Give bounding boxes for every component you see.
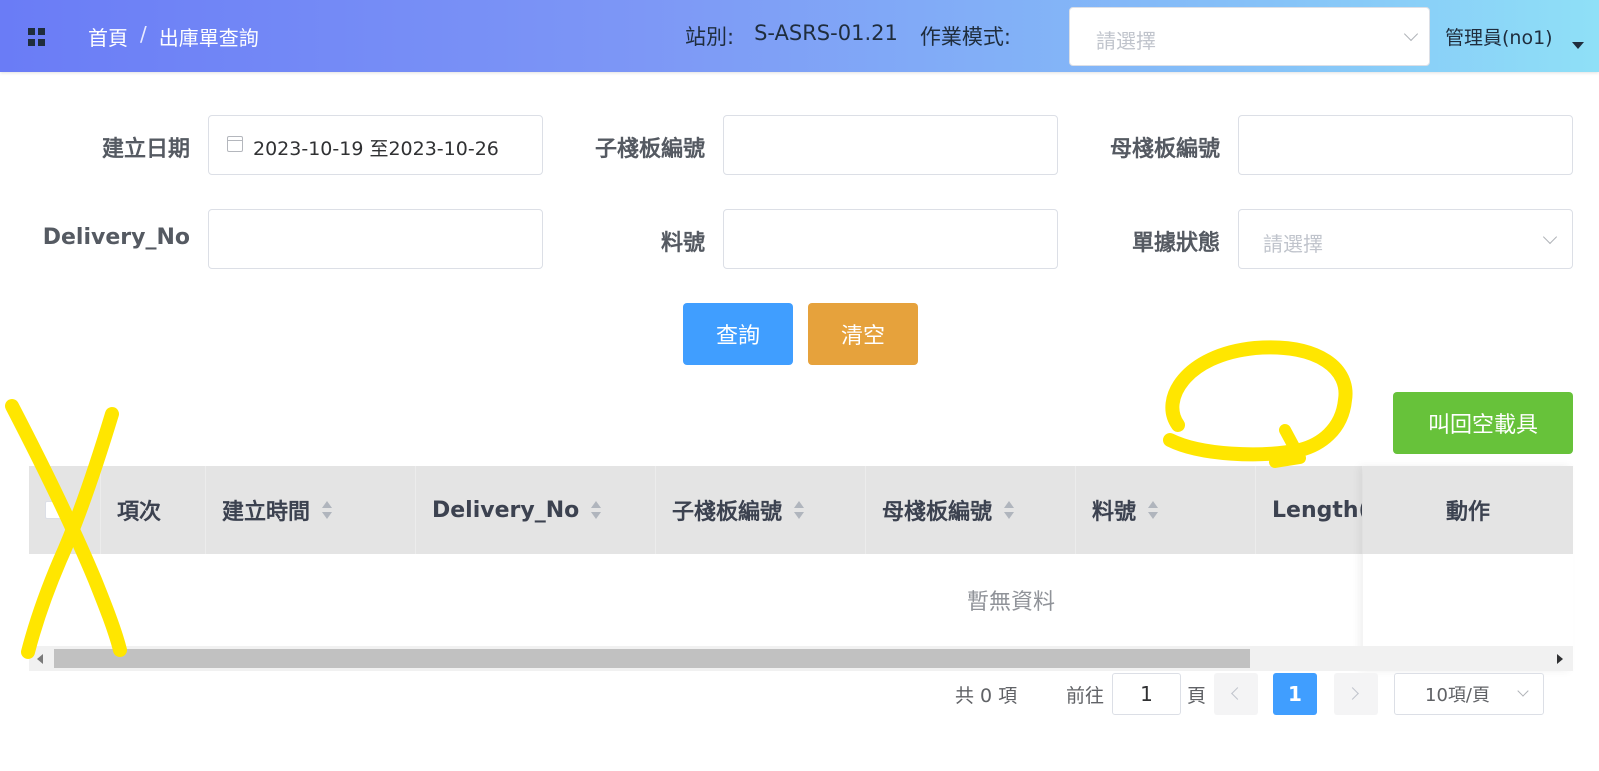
- column-header-part-no[interactable]: 料號: [1076, 466, 1256, 554]
- scroll-left-arrow-icon[interactable]: [37, 654, 43, 664]
- sort-icon[interactable]: [1148, 501, 1159, 519]
- column-label: Delivery_No: [432, 497, 580, 523]
- column-header-action: 動作: [1363, 466, 1573, 554]
- chevron-right-icon: [1346, 687, 1359, 700]
- annotation-circle-tail: [1269, 424, 1306, 468]
- calendar-icon: [227, 136, 243, 152]
- parent-pallet-input[interactable]: [1238, 115, 1573, 175]
- chevron-down-icon: [1403, 26, 1419, 42]
- mode-select[interactable]: 請選擇: [1069, 7, 1430, 66]
- status-select[interactable]: 請選擇: [1238, 209, 1573, 269]
- scroll-right-arrow-icon[interactable]: [1557, 654, 1563, 664]
- sort-icon[interactable]: [591, 501, 602, 519]
- child-pallet-input[interactable]: [723, 115, 1058, 175]
- horizontal-scrollbar[interactable]: [29, 646, 1573, 671]
- sort-icon[interactable]: [794, 501, 805, 519]
- delivery-no-input[interactable]: [208, 209, 543, 269]
- station-label: 站別:: [685, 25, 735, 49]
- created-date-range-picker[interactable]: 2023-10-19 至2023-10-26: [208, 115, 543, 175]
- station-info: 站別: S-ASRS-01.21 作業模式:: [685, 21, 1011, 51]
- select-all-column: [29, 466, 101, 554]
- parent-pallet-label: 母棧板編號: [1109, 137, 1220, 162]
- scrollbar-thumb[interactable]: [54, 649, 1250, 668]
- created-date-label: 建立日期: [101, 137, 190, 162]
- created-date-value: 2023-10-19 至2023-10-26: [253, 138, 499, 160]
- column-label: 子棧板編號: [672, 500, 783, 525]
- query-button[interactable]: 查詢: [683, 303, 793, 365]
- status-select-placeholder: 請選擇: [1263, 232, 1323, 256]
- sort-icon[interactable]: [322, 501, 333, 519]
- pagination-goto-input[interactable]: 1: [1112, 673, 1181, 715]
- column-label: 料號: [1092, 500, 1137, 525]
- pagination-goto-prefix: 前往: [1066, 684, 1105, 707]
- chevron-down-icon: [1542, 229, 1558, 245]
- page-number-current[interactable]: 1: [1273, 673, 1317, 715]
- mode-label: 作業模式:: [919, 25, 1011, 49]
- status-label: 單據狀態: [1131, 231, 1220, 256]
- pagination-total: 共 0 項: [955, 684, 1018, 707]
- column-label: 項次: [117, 500, 162, 525]
- next-page-button[interactable]: [1334, 673, 1378, 715]
- breadcrumb-current: 出庫單查詢: [158, 26, 259, 50]
- column-header-delivery-no[interactable]: Delivery_No: [416, 466, 656, 554]
- delivery-no-label: Delivery_No: [42, 225, 190, 250]
- column-label: 建立時間: [222, 500, 311, 525]
- column-header-child-pallet[interactable]: 子棧板編號: [656, 466, 866, 554]
- station-value: S-ASRS-01.21: [754, 21, 898, 45]
- page-size-value: 10項/頁: [1425, 685, 1490, 706]
- clear-button[interactable]: 清空: [808, 303, 918, 365]
- pagination-goto-suffix: 頁: [1187, 684, 1207, 707]
- page-size-select[interactable]: 10項/頁: [1394, 673, 1544, 715]
- action-column: 動作: [1363, 466, 1573, 671]
- breadcrumb-separator: /: [140, 22, 147, 46]
- prev-page-button[interactable]: [1214, 673, 1258, 715]
- table-header: 項次 建立時間 Delivery_No 子棧板編號 母棧板編號 料號 Lengt…: [29, 466, 1573, 554]
- column-label: 母棧板編號: [882, 500, 993, 525]
- recall-empty-carrier-button[interactable]: 叫回空載具: [1393, 392, 1573, 454]
- part-no-input[interactable]: [723, 209, 1058, 269]
- column-header-parent-pallet[interactable]: 母棧板編號: [866, 466, 1076, 554]
- select-all-checkbox[interactable]: [45, 501, 63, 519]
- mode-select-placeholder: 請選擇: [1096, 29, 1156, 53]
- sort-icon[interactable]: [1004, 501, 1015, 519]
- breadcrumb-home[interactable]: 首頁: [88, 22, 128, 51]
- empty-table-text: 暫無資料: [966, 590, 1055, 615]
- child-pallet-label: 子棧板編號: [594, 137, 705, 162]
- user-menu[interactable]: 管理員(no1): [1445, 23, 1553, 50]
- part-no-label: 料號: [660, 231, 705, 256]
- chevron-left-icon: [1231, 687, 1244, 700]
- order-table: 項次 建立時間 Delivery_No 子棧板編號 母棧板編號 料號 Lengt…: [29, 466, 1573, 671]
- column-header-index: 項次: [101, 466, 206, 554]
- chevron-down-icon: [1517, 685, 1529, 697]
- caret-down-icon[interactable]: [1572, 42, 1584, 49]
- grid-menu-icon[interactable]: [28, 28, 46, 46]
- column-header-length: Length(c: [1256, 466, 1363, 554]
- column-label: Length(c: [1272, 497, 1362, 523]
- top-header: 首頁 / 出庫單查詢 站別: S-ASRS-01.21 作業模式: 請選擇 管理…: [0, 0, 1599, 72]
- breadcrumb: 首頁 / 出庫單查詢: [88, 22, 259, 51]
- annotation-circle: [1163, 340, 1353, 462]
- column-header-created-time[interactable]: 建立時間: [206, 466, 416, 554]
